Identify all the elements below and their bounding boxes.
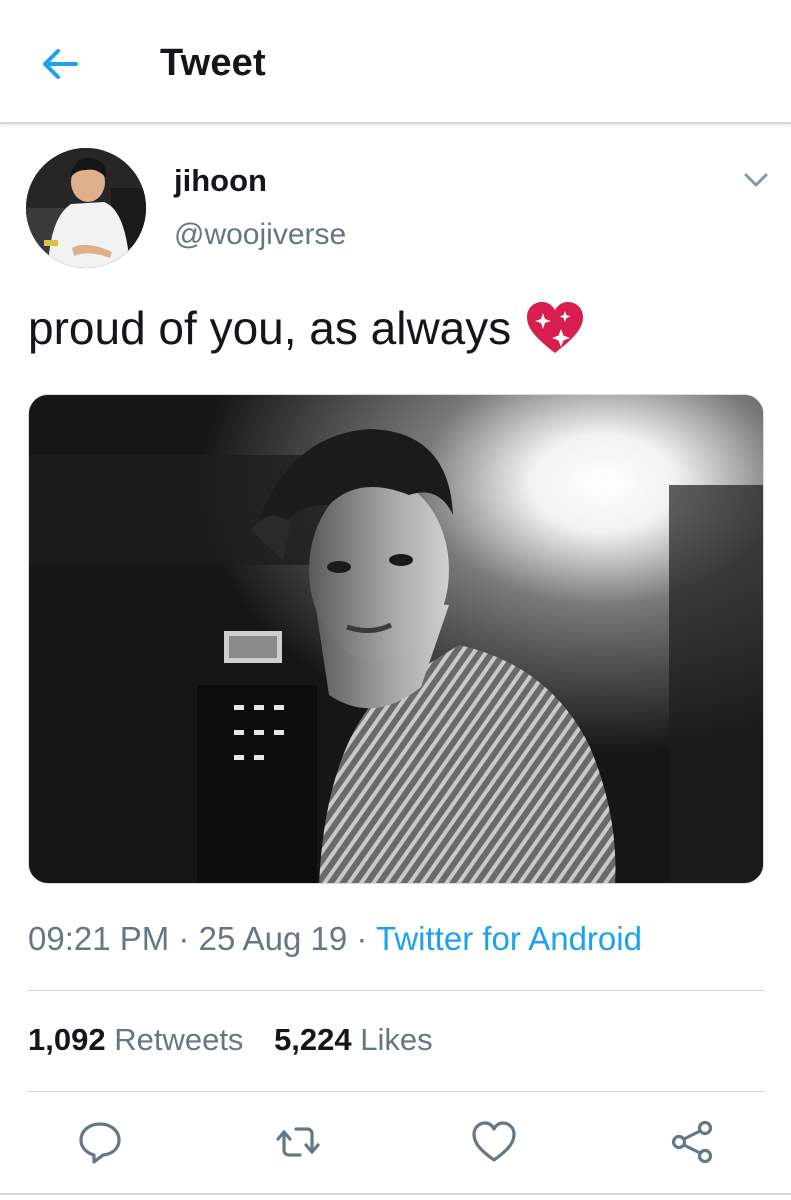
tweet-text: proud of you, as always	[28, 300, 585, 356]
tweet-date: 25 Aug 19	[198, 920, 348, 957]
share-icon	[671, 1120, 713, 1164]
sparkling-heart-icon	[527, 302, 584, 353]
bottom-divider	[0, 1193, 791, 1195]
tweet-detail-screen: Tweet jihoon @woojiverse proud of you, a…	[0, 0, 791, 1200]
retweet-button[interactable]	[274, 1118, 322, 1166]
page-title: Tweet	[160, 42, 266, 84]
divider	[28, 1091, 764, 1092]
reply-icon	[79, 1122, 121, 1164]
retweets-count: 1,092	[28, 1022, 106, 1057]
retweet-icon	[276, 1127, 320, 1157]
like-icon	[472, 1121, 516, 1162]
author-display-name[interactable]: jihoon	[174, 163, 267, 199]
chevron-down-icon	[744, 173, 768, 187]
tweet-menu-button[interactable]	[740, 166, 772, 194]
meta-separator: ·	[178, 920, 190, 957]
likes-stat[interactable]: 5,224 Likes	[274, 1022, 433, 1057]
arrow-left-icon	[43, 49, 78, 79]
share-button[interactable]	[668, 1118, 716, 1166]
photo-image	[29, 395, 763, 883]
tweet-source-link[interactable]: Twitter for Android	[376, 920, 642, 957]
tweet-time: 09:21 PM	[28, 920, 170, 957]
author-handle[interactable]: @woojiverse	[174, 218, 346, 252]
top-app-bar: Tweet	[0, 0, 791, 124]
avatar-image	[26, 148, 146, 268]
tweet-timestamp-line: 09:21 PM · 25 Aug 19 · Twitter for Andro…	[28, 920, 642, 958]
likes-count: 5,224	[274, 1022, 352, 1057]
divider	[28, 990, 764, 991]
reply-button[interactable]	[76, 1118, 124, 1166]
like-button[interactable]	[470, 1118, 518, 1166]
likes-label: Likes	[360, 1022, 433, 1057]
retweets-stat[interactable]: 1,092 Retweets	[28, 1022, 243, 1057]
avatar[interactable]	[26, 148, 146, 268]
tweet-body: proud of you, as always	[28, 302, 512, 354]
tweet-photo[interactable]	[28, 394, 764, 884]
back-button[interactable]	[36, 40, 84, 88]
retweets-label: Retweets	[114, 1022, 244, 1057]
tweet-stats: 1,092 Retweets 5,224 Likes	[28, 1022, 455, 1058]
meta-separator: ·	[356, 920, 368, 957]
